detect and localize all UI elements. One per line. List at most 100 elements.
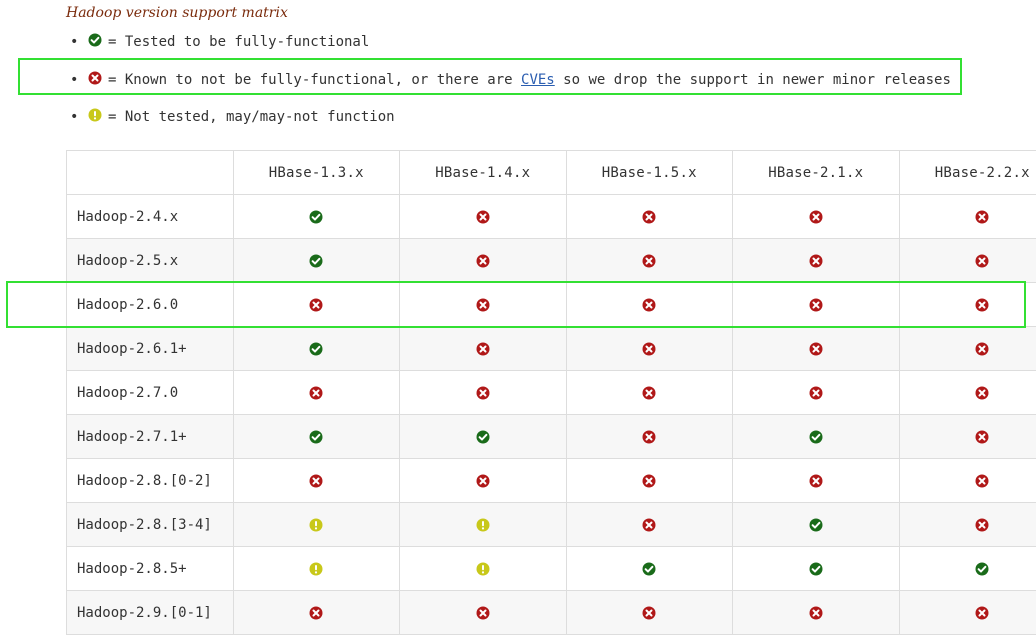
- status-cell: [565, 326, 733, 371]
- cross-icon: [809, 297, 823, 313]
- bullet: •: [70, 34, 79, 50]
- row-label: Hadoop-2.4.x: [66, 194, 234, 239]
- cross-icon: [975, 209, 989, 225]
- cross-icon: [642, 341, 656, 357]
- cross-icon: [975, 473, 989, 489]
- cross-icon: [975, 341, 989, 357]
- cross-icon: [809, 341, 823, 357]
- status-cell: [232, 282, 400, 327]
- column-header: HBase-1.3.x: [232, 150, 400, 195]
- table-row: Hadoop-2.6.0: [66, 282, 1036, 327]
- row-label: Hadoop-2.8.5+: [66, 546, 234, 591]
- column-header: HBase-1.5.x: [565, 150, 733, 195]
- row-label: Hadoop-2.8.[0-2]: [66, 458, 234, 503]
- check-icon: [309, 429, 323, 445]
- cross-icon: [809, 253, 823, 269]
- status-cell: [732, 194, 900, 239]
- row-label: Hadoop-2.7.1+: [66, 414, 234, 459]
- status-cell: [898, 194, 1036, 239]
- check-icon: [809, 517, 823, 533]
- cross-icon: [642, 605, 656, 621]
- cross-icon: [642, 517, 656, 533]
- status-cell: [399, 414, 567, 459]
- status-cell: [898, 546, 1036, 591]
- warning-icon: [476, 561, 490, 577]
- status-cell: [232, 414, 400, 459]
- table-row: Hadoop-2.8.5+: [66, 546, 1036, 591]
- table-row: Hadoop-2.9.[0-1]: [66, 590, 1036, 635]
- cross-icon: [642, 209, 656, 225]
- cross-icon: [642, 429, 656, 445]
- legend-highlight-box: [18, 58, 962, 95]
- status-cell: [232, 590, 400, 635]
- status-cell: [898, 502, 1036, 547]
- status-cell: [565, 590, 733, 635]
- table-row: Hadoop-2.4.x: [66, 194, 1036, 239]
- table-row: Hadoop-2.8.[3-4]: [66, 502, 1036, 547]
- cross-icon: [975, 517, 989, 533]
- status-cell: [399, 194, 567, 239]
- cross-icon: [476, 297, 490, 313]
- status-cell: [732, 590, 900, 635]
- status-cell: [898, 238, 1036, 283]
- row-label: Hadoop-2.7.0: [66, 370, 234, 415]
- status-cell: [399, 282, 567, 327]
- cross-icon: [809, 605, 823, 621]
- table-row: Hadoop-2.7.1+: [66, 414, 1036, 459]
- legend-text: = Not tested, may/may-not function: [108, 109, 395, 125]
- table-row: Hadoop-2.5.x: [66, 238, 1036, 283]
- check-icon: [642, 561, 656, 577]
- status-cell: [565, 370, 733, 415]
- status-cell: [898, 458, 1036, 503]
- check-icon: [309, 253, 323, 269]
- cross-icon: [476, 209, 490, 225]
- table-row: Hadoop-2.8.[0-2]: [66, 458, 1036, 503]
- check-icon: [975, 561, 989, 577]
- cross-icon: [975, 297, 989, 313]
- status-cell: [399, 458, 567, 503]
- status-cell: [399, 546, 567, 591]
- warning-icon: [309, 561, 323, 577]
- status-cell: [232, 502, 400, 547]
- legend-text: = Tested to be fully-functional: [108, 34, 370, 50]
- row-label: Hadoop-2.6.0: [66, 282, 234, 327]
- status-cell: [232, 326, 400, 371]
- cross-icon: [309, 385, 323, 401]
- status-cell: [232, 546, 400, 591]
- cross-icon: [642, 385, 656, 401]
- status-cell: [898, 282, 1036, 327]
- status-cell: [565, 282, 733, 327]
- check-icon: [309, 341, 323, 357]
- check-icon: [88, 28, 102, 52]
- cross-icon: [309, 473, 323, 489]
- check-icon: [809, 561, 823, 577]
- status-cell: [565, 238, 733, 283]
- status-cell: [565, 546, 733, 591]
- status-cell: [399, 370, 567, 415]
- status-cell: [232, 194, 400, 239]
- header-corner: [66, 150, 234, 195]
- status-cell: [565, 194, 733, 239]
- bullet: •: [70, 109, 79, 125]
- status-cell: [732, 458, 900, 503]
- status-cell: [399, 502, 567, 547]
- cross-icon: [476, 605, 490, 621]
- cross-icon: [642, 253, 656, 269]
- check-icon: [309, 209, 323, 225]
- cross-icon: [975, 605, 989, 621]
- cross-icon: [476, 341, 490, 357]
- warning-icon: [88, 103, 102, 127]
- status-cell: [565, 502, 733, 547]
- status-cell: [732, 502, 900, 547]
- cross-icon: [975, 429, 989, 445]
- cross-icon: [642, 297, 656, 313]
- column-header: HBase-2.2.x: [898, 150, 1036, 195]
- table-body: Hadoop-2.4.x Hadoop-2.5.x Hadoop-2.6.0 Hado…: [66, 194, 1036, 635]
- status-cell: [399, 590, 567, 635]
- matrix-caption: Hadoop version support matrix: [66, 5, 288, 21]
- cross-icon: [309, 605, 323, 621]
- table-row: Hadoop-2.7.0: [66, 370, 1036, 415]
- cross-icon: [809, 385, 823, 401]
- legend-item-not-tested: • = Not tested, may/may-not function: [70, 105, 395, 129]
- warning-icon: [476, 517, 490, 533]
